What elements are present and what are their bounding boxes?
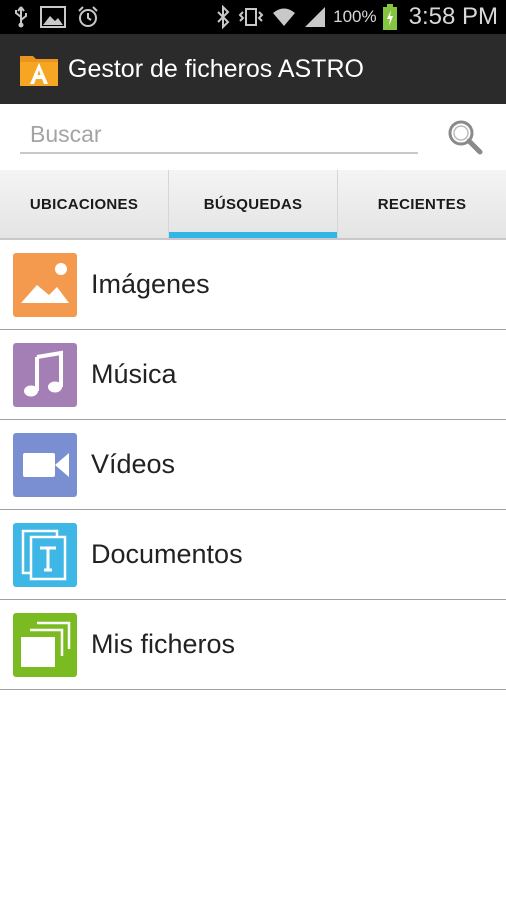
clock: 3:58 PM bbox=[408, 3, 498, 30]
list-item-my-files[interactable]: Mis ficheros bbox=[0, 600, 506, 690]
list-item-label: Mis ficheros bbox=[91, 629, 236, 659]
bluetooth-icon bbox=[215, 5, 231, 29]
search-bar bbox=[0, 104, 506, 170]
app-title: Gestor de ficheros ASTRO bbox=[68, 54, 364, 83]
battery-charging-icon bbox=[382, 4, 397, 30]
signal-icon bbox=[303, 6, 327, 28]
search-icon[interactable] bbox=[446, 118, 484, 156]
tab-bar: UBICACIONES BÚSQUEDAS RECIENTES bbox=[0, 170, 506, 240]
tab-busquedas[interactable]: BÚSQUEDAS bbox=[168, 170, 337, 238]
music-note-icon bbox=[13, 342, 77, 407]
list-item-label: Documentos bbox=[91, 539, 243, 569]
list-item-documents[interactable]: Documentos bbox=[0, 510, 506, 600]
video-camera-icon bbox=[13, 432, 77, 497]
vibrate-icon bbox=[237, 6, 265, 28]
tab-ubicaciones[interactable]: UBICACIONES bbox=[0, 170, 168, 238]
alarm-icon bbox=[76, 5, 100, 29]
list-item-videos[interactable]: Vídeos bbox=[0, 420, 506, 510]
astro-folder-icon[interactable] bbox=[18, 48, 60, 90]
usb-icon bbox=[12, 5, 30, 29]
image-icon bbox=[13, 252, 77, 317]
action-bar: Gestor de ficheros ASTRO bbox=[0, 34, 506, 104]
list-item-label: Vídeos bbox=[91, 449, 176, 479]
image-icon bbox=[40, 6, 66, 28]
search-category-list: Imágenes Música Vídeos Documentos Mis fi… bbox=[0, 240, 506, 690]
tab-recientes[interactable]: RECIENTES bbox=[337, 170, 506, 238]
files-stack-icon bbox=[13, 612, 77, 677]
battery-percent: 100% bbox=[333, 7, 377, 26]
status-bar: 100% 3:58 PM bbox=[0, 0, 506, 34]
wifi-icon bbox=[271, 6, 297, 28]
list-item-images[interactable]: Imágenes bbox=[0, 240, 506, 330]
list-item-label: Imágenes bbox=[91, 269, 210, 299]
document-icon bbox=[13, 522, 77, 587]
list-item-label: Música bbox=[91, 359, 177, 389]
list-item-music[interactable]: Música bbox=[0, 330, 506, 420]
search-input[interactable] bbox=[20, 116, 418, 154]
